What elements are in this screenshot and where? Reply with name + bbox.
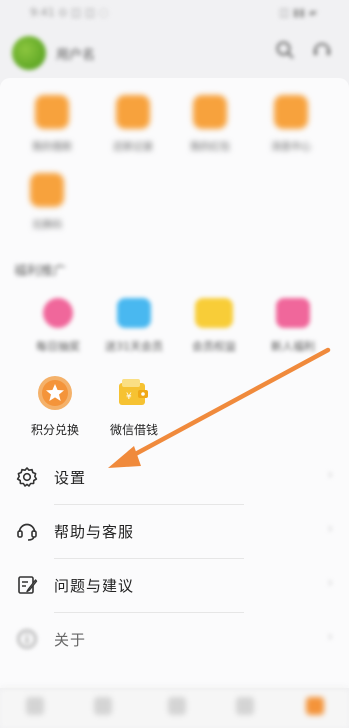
nav-profile-icon[interactable] [306,697,324,715]
points-exchange-label: 积分兑换 [30,423,79,437]
service-item[interactable]: 兑换码 [12,173,82,231]
gift-icon [276,298,310,328]
feedback-label: 问题与建议 [54,577,135,595]
chevron-right-icon: › [327,521,333,537]
customer-service-icon[interactable] [312,40,332,60]
promo-label: 送31天会员 [105,340,163,353]
promo-item[interactable]: 会员权益 [173,298,255,354]
promo-item[interactable]: 每日抽奖 [17,298,99,354]
help-label: 帮助与客服 [54,523,135,541]
chevron-right-icon: › [327,467,333,483]
service-label: 兑换码 [32,220,62,231]
menu-item-settings[interactable]: 设置 › [0,451,349,503]
about-label: 关于 [54,631,87,649]
edit-note-icon [18,576,38,594]
service-item[interactable]: 我的借款 [17,95,87,153]
service-item[interactable]: 我的红包 [175,95,245,153]
chevron-right-icon: › [327,629,333,645]
points-exchange-item[interactable]: 积分兑换 [14,375,96,438]
service-label: 消息中心 [271,142,311,153]
promo-item[interactable]: 新人福利 [252,298,334,354]
star-medal-icon [38,376,72,410]
gift-box-icon [116,95,150,129]
menu-item-help[interactable]: 帮助与客服 › [0,505,349,557]
chevron-right-icon: › [327,575,333,591]
status-indicators: ◫ ▮▮ ▰ [279,6,317,19]
info-icon [17,629,37,649]
coupon-icon [193,95,227,129]
nav-discover-icon[interactable] [94,697,112,715]
nav-home-icon[interactable] [26,697,44,715]
service-label: 我的借款 [32,142,72,153]
phone-icon [274,95,308,129]
lottery-icon [43,298,73,328]
service-label: 还款记录 [113,142,153,153]
headset-icon [17,523,37,541]
username[interactable]: 用户名 [56,44,95,63]
ticket-icon [30,173,64,207]
svg-text:¥: ¥ [126,392,132,402]
settings-label: 设置 [54,469,87,487]
promo-label: 每日抽奖 [36,340,80,353]
menu-item-about[interactable]: 关于 › [0,613,349,665]
wechat-loan-item[interactable]: ¥ 微信借钱 [93,375,175,438]
service-label: 我的红包 [190,142,230,153]
service-item[interactable]: 还款记录 [98,95,168,153]
promo-label: 会员权益 [192,340,236,353]
search-icon[interactable] [275,40,295,60]
wechat-loan-label: 微信借钱 [109,423,158,437]
card-icon [195,298,233,328]
nav-message-icon[interactable] [236,697,254,715]
promo-item[interactable]: 送31天会员 [93,298,175,354]
nav-wallet-icon[interactable] [168,697,186,715]
service-item[interactable]: 消息中心 [256,95,326,153]
section-title: 福利推广 [14,264,67,279]
gear-icon [16,467,38,487]
avatar[interactable] [12,36,46,70]
status-bar: 9:41 ⊙ ◫ ◫ ◌ ◫ ▮▮ ▰ [0,0,349,26]
status-time: 9:41 ⊙ ◫ ◫ ◌ [30,6,109,19]
profile-header: 用户名 [0,28,349,74]
menu-item-feedback[interactable]: 问题与建议 › [0,559,349,611]
wallet-icon: ¥ [119,379,148,405]
vip-icon [117,298,151,328]
bottom-navigation [0,688,349,728]
wallet-icon [35,95,69,129]
promo-label: 新人福利 [271,340,315,353]
